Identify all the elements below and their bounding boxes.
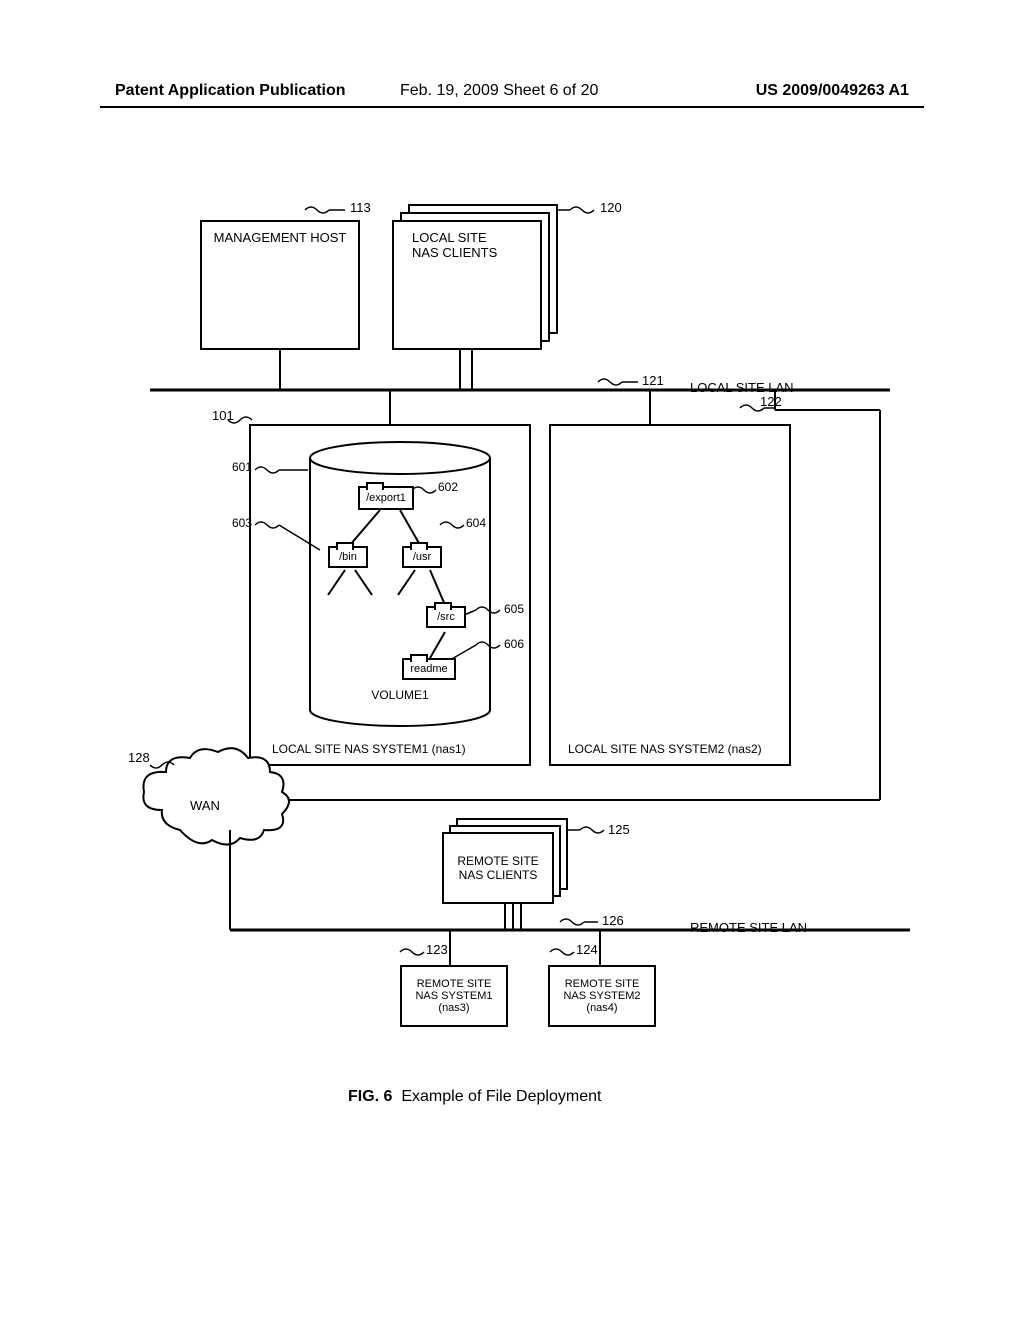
local-clients-l1: LOCAL SITE xyxy=(412,230,487,245)
ref-604: 604 xyxy=(466,516,486,530)
folder-src: /src xyxy=(426,606,466,628)
figure-caption: FIG. 6 Example of File Deployment xyxy=(348,1088,601,1106)
remote-nas4-l2: NAS SYSTEM2 xyxy=(563,990,640,1002)
header-publication: Patent Application Publication xyxy=(115,82,346,100)
ref-601: 601 xyxy=(232,460,252,474)
remote-nas4-l3: (nas4) xyxy=(586,1002,617,1014)
remote-clients-l1: REMOTE SITE xyxy=(457,854,538,868)
folder-usr-label: /usr xyxy=(413,551,431,563)
remote-nas3-l3: (nas3) xyxy=(438,1002,469,1014)
management-host-label: MANAGEMENT HOST xyxy=(214,230,347,245)
folder-src-label: /src xyxy=(437,611,455,623)
ref-121: 121 xyxy=(642,373,664,388)
remote-clients-box: REMOTE SITE NAS CLIENTS xyxy=(442,832,554,904)
ref-101: 101 xyxy=(212,408,234,423)
header-pubnum: US 2009/0049263 A1 xyxy=(756,82,909,100)
remote-nas3-l1: REMOTE SITE xyxy=(417,978,492,990)
ref-602: 602 xyxy=(438,480,458,494)
local-clients-box: LOCAL SITE NAS CLIENTS xyxy=(392,220,542,350)
ref-122: 122 xyxy=(760,394,782,409)
management-host-box: MANAGEMENT HOST xyxy=(200,220,360,350)
remote-nas3-box: REMOTE SITE NAS SYSTEM1 (nas3) xyxy=(400,965,508,1027)
ref-125: 125 xyxy=(608,822,630,837)
file-readme-label: readme xyxy=(410,663,447,675)
local-nas1-label: LOCAL SITE NAS SYSTEM1 (nas1) xyxy=(272,742,466,756)
remote-lan-label: REMOTE SITE LAN xyxy=(690,920,807,935)
wan-label: WAN xyxy=(190,798,220,813)
figure-number: FIG. 6 xyxy=(348,1088,392,1105)
ref-123: 123 xyxy=(426,942,448,957)
ref-606: 606 xyxy=(504,637,524,651)
local-lan-label: LOCAL SITE LAN xyxy=(690,380,794,395)
ref-120: 120 xyxy=(600,200,622,215)
remote-nas4-box: REMOTE SITE NAS SYSTEM2 (nas4) xyxy=(548,965,656,1027)
folder-usr: /usr xyxy=(402,546,442,568)
ref-113: 113 xyxy=(350,200,371,215)
folder-export1-label: /export1 xyxy=(366,492,406,504)
ref-603: 603 xyxy=(232,516,252,530)
folder-bin-label: /bin xyxy=(339,551,357,563)
header-rule xyxy=(100,106,924,108)
ref-126: 126 xyxy=(602,913,624,928)
folder-bin: /bin xyxy=(328,546,368,568)
local-nas2-label: LOCAL SITE NAS SYSTEM2 (nas2) xyxy=(568,742,762,756)
local-clients-l2: NAS CLIENTS xyxy=(412,245,497,260)
volume1-label: VOLUME1 xyxy=(370,688,430,702)
file-readme: readme xyxy=(402,658,456,680)
ref-128: 128 xyxy=(128,750,150,765)
header-date-sheet: Feb. 19, 2009 Sheet 6 of 20 xyxy=(400,82,598,100)
ref-605: 605 xyxy=(504,602,524,616)
folder-export1: /export1 xyxy=(358,486,414,510)
ref-124: 124 xyxy=(576,942,598,957)
remote-clients-l2: NAS CLIENTS xyxy=(459,868,538,882)
figure-diagram: MANAGEMENT HOST LOCAL SITE NAS CLIENTS 1… xyxy=(100,190,924,1120)
figure-caption-text: Example of File Deployment xyxy=(401,1088,601,1105)
remote-nas3-l2: NAS SYSTEM1 xyxy=(415,990,492,1002)
remote-nas4-l1: REMOTE SITE xyxy=(565,978,640,990)
